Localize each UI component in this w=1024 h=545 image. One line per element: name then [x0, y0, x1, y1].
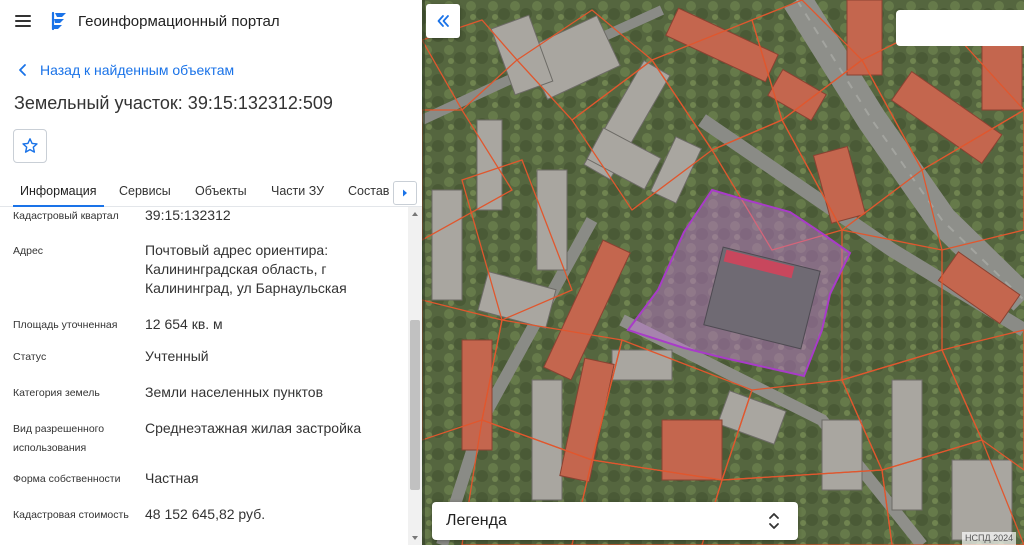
tab-parts[interactable]: Части ЗУ — [271, 176, 324, 207]
info-label: Кадастровый квартал — [13, 210, 119, 222]
top-bar: Геоинформационный портал — [0, 0, 422, 44]
tab-services[interactable]: Сервисы — [119, 176, 171, 207]
info-value: 39:15:132312 — [145, 207, 231, 223]
up-down-chevron-icon — [769, 513, 779, 529]
info-value: 48 152 645,82 руб. — [145, 506, 266, 522]
satellite-map[interactable] — [422, 0, 1024, 545]
map-search-input[interactable] — [896, 10, 1024, 46]
chevron-right-icon — [403, 189, 407, 197]
info-label: Площадь уточненная — [13, 319, 118, 331]
info-label: Вид разрешенного использования — [13, 423, 105, 454]
tab-objects[interactable]: Объекты — [195, 176, 247, 207]
info-scrollbar[interactable] — [408, 207, 422, 545]
portal-logo-icon — [51, 11, 66, 31]
page-title: Земельный участок: 39:15:132312:509 — [14, 93, 333, 113]
info-list: Кадастровый квартал 39:15:132312 Адрес П… — [0, 207, 408, 545]
tab-information[interactable]: Информация — [13, 176, 104, 207]
back-to-results-link[interactable]: Назад к найденным объектам — [14, 59, 234, 81]
info-value: Частная — [145, 470, 199, 486]
scrollbar-thumb[interactable] — [410, 320, 420, 490]
tab-composition[interactable]: Состав — [348, 176, 389, 207]
favorite-button[interactable] — [13, 129, 47, 163]
info-value: Почтовый адрес ориентира: Калининградска… — [145, 242, 347, 296]
tabs-scroll-right-button[interactable] — [393, 181, 417, 205]
info-label: Адрес — [13, 245, 44, 257]
chevron-left-icon — [19, 64, 26, 76]
map-attribution: НСПД 2024 — [962, 532, 1017, 545]
info-label: Форма собственности — [13, 473, 121, 485]
double-chevron-left-icon — [437, 15, 449, 27]
info-tabs: Информация Сервисы Объекты Части ЗУ Сост… — [0, 176, 422, 207]
object-info-panel: Геоинформационный портал Назад к найденн… — [0, 0, 422, 545]
info-label: Категория земель — [13, 387, 100, 399]
legend-dropdown[interactable]: Легенда — [432, 502, 798, 540]
collapse-panel-button[interactable] — [426, 4, 460, 38]
info-label: Статус — [13, 351, 47, 363]
info-value: Среднеэтажная жилая застройка — [145, 420, 362, 436]
back-link-label: Назад к найденным объектам — [40, 62, 235, 78]
map-view[interactable]: Легенда НСПД 2024 — [422, 0, 1024, 545]
scroll-down-icon[interactable] — [408, 533, 422, 543]
star-icon — [22, 138, 38, 153]
app-title: Геоинформационный портал — [78, 13, 280, 30]
hamburger-icon[interactable] — [13, 13, 33, 29]
info-value: Земли населенных пунктов — [145, 384, 324, 400]
info-value: Учтенный — [145, 348, 209, 364]
scroll-up-icon[interactable] — [408, 209, 422, 219]
legend-label: Легенда — [446, 512, 507, 529]
info-label: Кадастровая стоимость — [13, 509, 129, 521]
info-value: 12 654 кв. м — [145, 316, 223, 332]
